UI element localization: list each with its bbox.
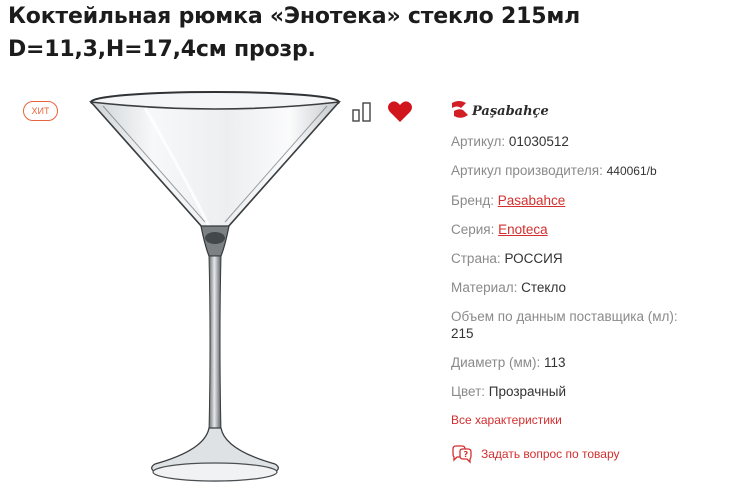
page-title: Коктейльная рюмка «Энотека» стекло 215мл… (8, 4, 581, 62)
svg-text:?: ? (464, 450, 469, 459)
product-image (89, 91, 341, 482)
spec-label: Страна: (451, 251, 501, 266)
spec-label: Артикул производителя: (451, 163, 603, 178)
brand-logo: Paşabahçe (450, 99, 570, 121)
compare-icon[interactable] (351, 102, 375, 122)
brand-link[interactable]: Pasabahce (498, 193, 566, 208)
spec-value: 215 (451, 326, 474, 341)
spec-article: Артикул: 01030512 (451, 133, 726, 150)
spec-brand: Бренд: Pasabahce (451, 192, 726, 209)
spec-label: Серия: (451, 222, 495, 237)
svg-text:Paşabahçe: Paşabahçe (471, 104, 549, 119)
spec-label: Объем по данным поставщика (мл): (451, 309, 678, 324)
series-link[interactable]: Enoteca (498, 222, 548, 237)
spec-color: Цвет: Прозрачный (451, 383, 726, 400)
spec-value: 440061/b (606, 164, 657, 178)
spec-label: Бренд: (451, 193, 494, 208)
all-specs-link[interactable]: Все характеристики (451, 413, 562, 427)
spec-country: Страна: РОССИЯ (451, 250, 726, 267)
spec-value: 01030512 (508, 134, 569, 149)
spec-label: Диаметр (мм): (451, 355, 541, 370)
spec-value: Стекло (521, 280, 566, 295)
hit-badge: ХИТ (23, 101, 58, 121)
spec-value: 113 (544, 355, 566, 370)
ask-question-label: Задать вопрос по товару (481, 447, 620, 461)
spec-series: Серия: Enoteca (451, 221, 726, 238)
spec-value: Прозрачный (488, 384, 566, 399)
spec-mfr-article: Артикул производителя: 440061/b (451, 162, 726, 180)
ask-question-link[interactable]: ? Задать вопрос по товару (451, 444, 620, 464)
spec-volume: Объем по данным поставщика (мл): 215 (451, 308, 726, 342)
spec-label: Материал: (451, 280, 518, 295)
spec-value: РОССИЯ (504, 251, 563, 266)
heart-icon[interactable] (387, 100, 413, 124)
spec-label: Артикул: (451, 134, 506, 149)
question-chat-icon: ? (452, 445, 472, 464)
spec-diameter: Диаметр (мм): 113 (451, 354, 726, 371)
spec-label: Цвет: (451, 384, 486, 399)
specs-list: Артикул: 01030512 Артикул производителя:… (451, 133, 726, 412)
spec-material: Материал: Стекло (451, 279, 726, 296)
